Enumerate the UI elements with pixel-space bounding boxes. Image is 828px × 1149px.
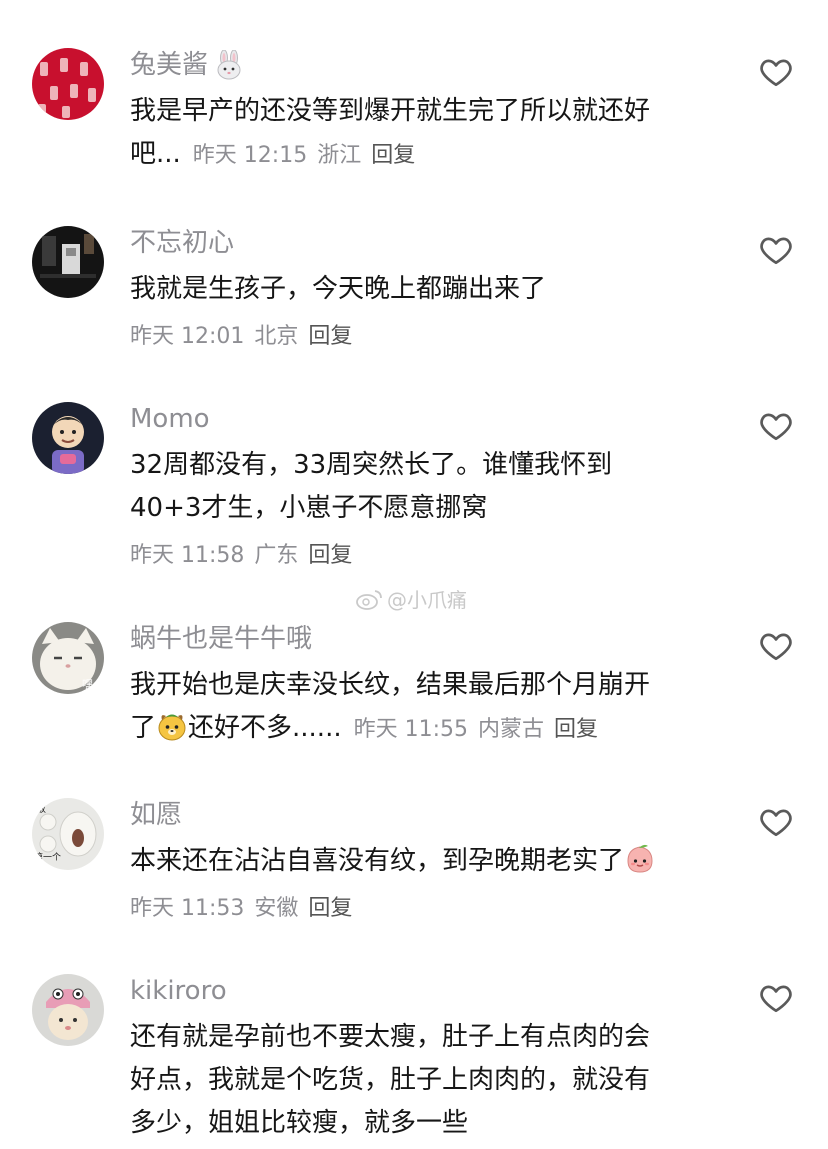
username-row: 不忘初心: [130, 226, 720, 260]
heart-outline-icon[interactable]: [758, 980, 794, 1016]
reply-button[interactable]: 回复: [308, 896, 352, 921]
comment-text-line: 本来还在沾沾自喜没有纹，到孕晚期老实了: [130, 840, 720, 883]
comment-body: 蜗牛也是牛牛哦 我开始也是庆幸没长纹，结果最后那个月崩开 了 还好不多.....…: [130, 622, 720, 751]
comment-meta: 昨天 11:58 广东 回复: [130, 534, 720, 577]
comment-text: 还有就是孕前也不要太瘦，肚子上有点肉的会 好点，我就是个吃货，肚子上肉肉的，就没…: [130, 1016, 720, 1145]
comment-location: 浙江: [317, 143, 362, 168]
heart-outline-icon[interactable]: [758, 408, 794, 444]
comment-meta: 昨天 12:15 浙江 回复: [193, 143, 415, 168]
comment-body: 兔美酱 我是早产的还没等到爆开就生完了所以就还好 吧... 昨天 12:15 浙江回…: [130, 48, 720, 177]
comment-text-line: 我就是生孩子，今天晚上都蹦出来了: [130, 274, 547, 304]
heart-outline-icon[interactable]: [758, 54, 794, 90]
avatar[interactable]: [32, 48, 104, 120]
username-row: kikiroro: [130, 974, 720, 1008]
reply-button[interactable]: 回复: [308, 324, 352, 349]
username-row: 蜗牛也是牛牛哦: [130, 622, 720, 656]
heart-outline-icon[interactable]: [758, 804, 794, 840]
comment-text-line: 我是早产的还没等到爆开就生完了所以就还好: [130, 96, 651, 126]
comment-body: 不忘初心 我就是生孩子，今天晚上都蹦出来了 昨天 12:01 北京 回复: [130, 226, 720, 358]
comment-body: 如愿 本来还在沾沾自喜没有纹，到孕晚期老实了 昨天 11:53 安徽 回复: [130, 798, 720, 930]
username[interactable]: 兔美酱: [130, 48, 208, 82]
comment-text: 我就是生孩子，今天晚上都蹦出来了: [130, 268, 720, 311]
username-row: Momo: [130, 402, 720, 436]
username[interactable]: 蜗牛也是牛牛哦: [130, 622, 312, 656]
svg-text:第一个: 第一个: [34, 851, 61, 863]
username[interactable]: 不忘初心: [130, 226, 234, 260]
comment-time: 昨天 11:53: [130, 896, 245, 921]
comment-text-line: 吧... 昨天 12:15 浙江 回复: [130, 139, 416, 169]
username[interactable]: kikiroro: [130, 974, 227, 1008]
comment-location: 安徽: [254, 896, 299, 921]
reply-button[interactable]: 回复: [371, 143, 415, 168]
comment-text-line: 好点，我就是个吃货，肚子上肉肉的，就没有: [130, 1065, 651, 1095]
svg-text:敢: 敢: [36, 802, 46, 815]
comment-text-line: 我开始也是庆幸没长纹，结果最后那个月崩开: [130, 670, 651, 700]
comment-text: 本来还在沾沾自喜没有纹，到孕晚期老实了: [130, 840, 720, 883]
heart-outline-icon[interactable]: [758, 232, 794, 268]
weibo-logo-icon: [356, 589, 382, 610]
comment-text-line: 多少，姐姐比较瘦，就多一些: [130, 1108, 469, 1138]
avatar[interactable]: [32, 402, 104, 474]
comment-text-line: 了 还好不多...... 昨天 11:55 内蒙古 回复: [130, 707, 720, 751]
comment-body: Momo 32周都没有，33周突然长了。谁懂我怀到 40+3才生，小崽子不愿意挪…: [130, 402, 720, 577]
svg-text:嘿: 嘿: [82, 678, 93, 691]
comment-body: kikiroro 还有就是孕前也不要太瘦，肚子上有点肉的会 好点，我就是个吃货，…: [130, 974, 720, 1145]
username[interactable]: Momo: [130, 402, 210, 436]
username-row: 如愿: [130, 798, 720, 832]
comment-text-line: 40+3才生，小崽子不愿意挪窝: [130, 493, 488, 523]
reply-button[interactable]: 回复: [554, 717, 598, 742]
peach-emoji-icon: [624, 843, 656, 875]
dog-emoji-icon: [156, 710, 188, 742]
comment-time: 昨天 12:15: [192, 143, 308, 168]
comment-text: 32周都没有，33周突然长了。谁懂我怀到 40+3才生，小崽子不愿意挪窝: [130, 444, 720, 530]
avatar[interactable]: [32, 974, 104, 1046]
comment-location: 北京: [254, 324, 299, 349]
comment-time: 昨天 11:55: [353, 717, 469, 742]
comment-text-line: 还有就是孕前也不要太瘦，肚子上有点肉的会: [130, 1022, 651, 1052]
comment-text-line: 32周都没有，33周突然长了。谁懂我怀到: [130, 450, 613, 480]
comment-meta: 昨天 11:53 安徽 回复: [130, 887, 720, 930]
avatar[interactable]: 嘿: [32, 622, 104, 694]
watermark: @小爪痛: [355, 584, 467, 613]
rabbit-emoji-icon: [214, 49, 244, 80]
reply-button[interactable]: 回复: [308, 543, 352, 568]
avatar[interactable]: [32, 226, 104, 298]
comment-text: 我开始也是庆幸没长纹，结果最后那个月崩开 了 还好不多...... 昨天 11:5…: [130, 664, 720, 751]
avatar[interactable]: 敢 第一个: [32, 798, 104, 870]
heart-outline-icon[interactable]: [758, 628, 794, 664]
username-row: 兔美酱: [130, 48, 720, 82]
comment-meta: 昨天 11:55 内蒙古 回复: [354, 717, 598, 742]
comment-text: 我是早产的还没等到爆开就生完了所以就还好 吧... 昨天 12:15 浙江 回复: [130, 90, 720, 177]
comment-location: 内蒙古: [478, 717, 545, 742]
comment-time: 昨天 11:58: [130, 543, 245, 568]
comment-time: 昨天 12:01: [130, 324, 245, 349]
comment-meta: 昨天 12:01 北京 回复: [130, 315, 720, 358]
comment-location: 广东: [254, 543, 299, 568]
username[interactable]: 如愿: [130, 798, 182, 832]
watermark-text: @小爪痛: [387, 588, 467, 612]
